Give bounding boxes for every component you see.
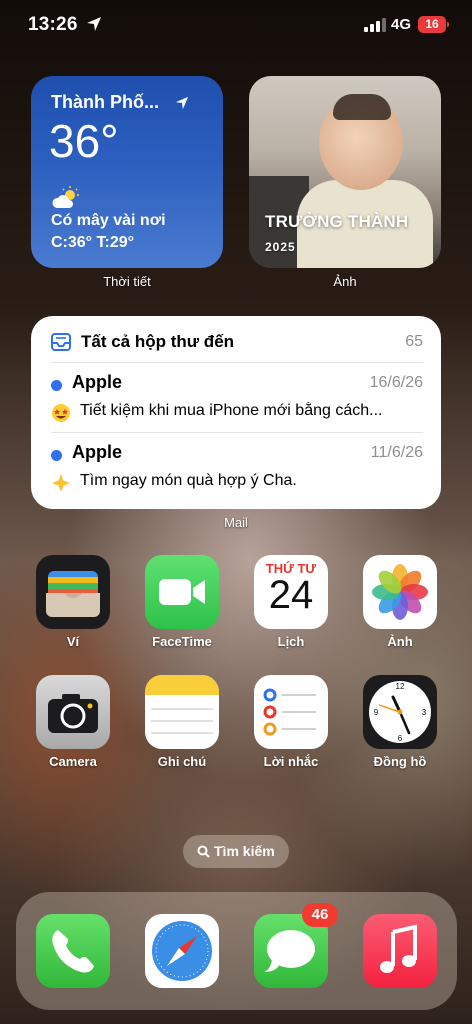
location-arrow-icon (175, 96, 189, 110)
camera-app-icon[interactable] (36, 675, 110, 749)
battery-icon: 16 (418, 16, 449, 33)
calendar-date: 24 (268, 573, 314, 617)
star-struck-emoji-icon (52, 404, 70, 422)
divider (51, 432, 423, 433)
photo-widget[interactable]: TRƯỞNG THÀNH 2025 (249, 76, 441, 268)
safari-icon (152, 921, 212, 981)
search-label: Tìm kiếm (214, 843, 275, 859)
mail-sender: Apple (72, 372, 123, 392)
partly-cloudy-icon (52, 186, 79, 208)
divider (51, 362, 423, 363)
photos-app-icon[interactable] (363, 555, 437, 629)
messages-badge: 46 (302, 903, 338, 927)
search-button[interactable]: Tìm kiếm (183, 835, 289, 868)
weather-widget-label: Thời tiết (103, 274, 151, 289)
notes-icon (145, 675, 219, 734)
weather-temperature: 36° (49, 115, 119, 167)
status-time: 13:26 (28, 14, 78, 35)
clock-app-label: Đồng hồ (373, 754, 427, 769)
photos-app-label: Ảnh (387, 634, 413, 649)
svg-text:6: 6 (398, 734, 403, 743)
wallet-app-label: Ví (66, 634, 80, 649)
calendar-app-label: Lịch (277, 634, 305, 649)
messages-app-icon[interactable]: 46 (254, 903, 338, 988)
wallet-icon (46, 571, 100, 617)
camera-app-label: Camera (49, 754, 97, 769)
weather-condition: Có mây vài nơi (51, 212, 166, 229)
safari-app-icon[interactable] (145, 914, 219, 988)
photo-widget-label: Ảnh (333, 274, 357, 289)
weather-range: C:36° T:29° (51, 234, 135, 251)
unread-dot-icon (51, 450, 62, 461)
clock-icon: 12 3 6 9 (369, 681, 431, 743)
wallet-app-icon[interactable] (36, 555, 110, 629)
weather-city: Thành Phố... (51, 92, 159, 112)
location-arrow-icon (87, 17, 101, 31)
notes-app-icon[interactable] (145, 675, 219, 749)
facetime-app-icon[interactable] (145, 555, 219, 629)
status-bar: 13:26 4G 16 (0, 0, 472, 54)
svg-text:3: 3 (422, 708, 427, 717)
search-icon (197, 845, 210, 858)
reminders-icon (263, 688, 316, 736)
facetime-app-label: FaceTime (152, 634, 212, 649)
facetime-icon (159, 579, 205, 605)
mail-message-row[interactable]: Apple 11/6/26 Tìm ngay món quà hợp ý Cha… (51, 438, 423, 498)
mail-widget[interactable]: Tất cả hộp thư đến 65 Apple 16/6/26 Tiết… (31, 316, 441, 509)
sparkle-emoji-icon (52, 474, 70, 492)
clock-app-icon[interactable]: 12 3 6 9 (363, 675, 437, 749)
signal-icon (364, 18, 386, 32)
mail-sender: Apple (72, 442, 123, 462)
network-type: 4G (391, 16, 412, 33)
mail-subject: Tìm ngay món quà hợp ý Cha. (80, 472, 297, 489)
photos-icon (372, 564, 428, 620)
unread-dot-icon (51, 380, 62, 391)
mail-subject: Tiết kiệm khi mua iPhone mới bằng cách..… (80, 402, 383, 419)
phone-icon (52, 930, 94, 973)
notes-app-label: Ghi chú (157, 754, 207, 769)
mail-widget-label: Mail (224, 515, 248, 530)
inbox-tray-icon (51, 333, 71, 351)
mail-date: 11/6/26 (370, 444, 423, 461)
music-icon (380, 924, 417, 973)
mail-widget-header[interactable]: Tất cả hộp thư đến 65 (51, 330, 423, 354)
phone-app-icon[interactable] (36, 914, 110, 988)
mail-message-row[interactable]: Apple 16/6/26 Tiết kiệm khi mua iPhone m… (51, 368, 423, 428)
music-app-icon[interactable] (363, 914, 437, 988)
mail-unread-count: 65 (405, 333, 423, 350)
mail-mailbox-title: Tất cả hộp thư đến (81, 332, 235, 351)
reminders-app-label: Lời nhắc (263, 754, 319, 769)
svg-text:9: 9 (374, 708, 379, 717)
weather-widget[interactable]: Thành Phố... 36° Có mây vài nơi C:36° T:… (31, 76, 223, 268)
photo-memory-year: 2025 (265, 240, 296, 254)
photo-memory-title: TRƯỞNG THÀNH (265, 212, 409, 231)
calendar-app-icon[interactable]: THỨ TƯ 24 (254, 555, 328, 629)
mail-date: 16/6/26 (369, 374, 423, 391)
reminders-app-icon[interactable] (254, 675, 328, 749)
camera-icon (48, 694, 98, 733)
photo-subject-hair (333, 94, 391, 120)
svg-text:12: 12 (396, 682, 405, 691)
